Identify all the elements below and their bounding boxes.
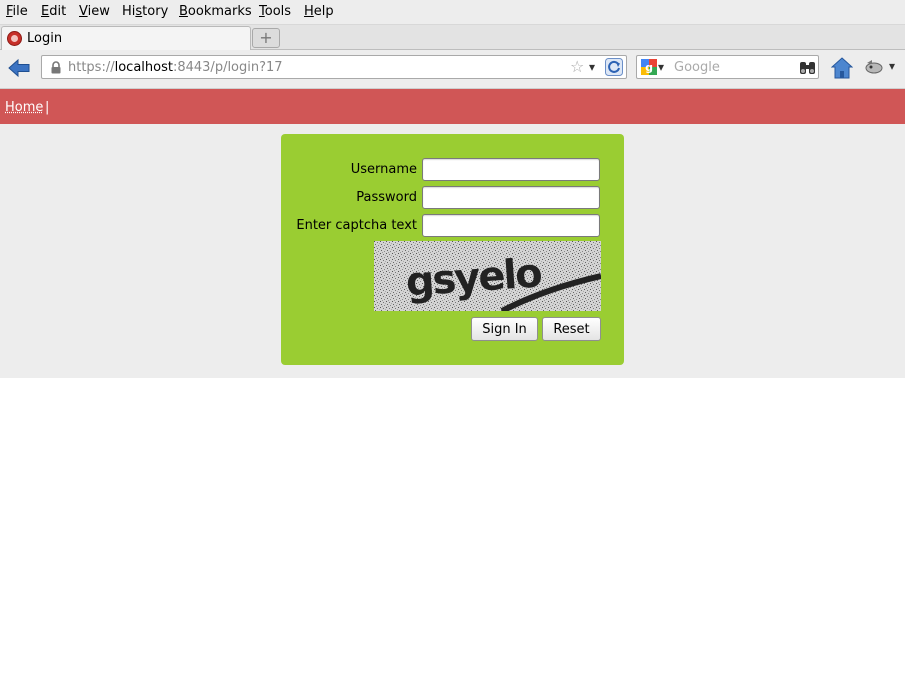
reset-button[interactable]: Reset	[542, 317, 601, 341]
menu-edit-accel: E	[41, 4, 50, 19]
menu-edit[interactable]: Edit	[41, 5, 66, 19]
url-path: :8443/p/login?17	[172, 60, 283, 75]
url-text: https://localhost:8443/p/login?17	[68, 60, 283, 75]
menu-view-accel: V	[79, 4, 88, 19]
search-placeholder: Google	[674, 60, 720, 75]
menu-view[interactable]: View	[79, 5, 110, 19]
new-tab-button[interactable]: +	[252, 28, 280, 48]
menu-file[interactable]: File	[6, 5, 28, 19]
search-bar[interactable]: g ▾ Google	[636, 55, 819, 79]
password-label: Password	[356, 190, 417, 205]
site-favicon-icon	[7, 31, 22, 46]
menu-history[interactable]: History	[122, 5, 168, 19]
password-field[interactable]	[422, 186, 600, 209]
tab-title: Login	[27, 31, 63, 46]
menu-file-rest: ile	[12, 4, 28, 19]
navigation-toolbar: https://localhost:8443/p/login?17 ☆ ▾ g …	[0, 50, 905, 89]
menu-view-rest: iew	[87, 4, 110, 19]
username-label: Username	[350, 162, 417, 177]
addon-icon[interactable]	[864, 59, 884, 75]
binoculars-icon[interactable]	[799, 60, 816, 75]
menu-tools[interactable]: Tools	[259, 5, 291, 19]
menu-bookmarks-rest: ookmarks	[187, 4, 252, 19]
svg-text:g: g	[645, 61, 653, 74]
menu-help-accel: H	[304, 4, 314, 19]
reload-icon[interactable]	[605, 58, 623, 76]
captcha-field[interactable]	[422, 214, 600, 237]
tab-login[interactable]: Login	[1, 26, 251, 50]
menu-bookmarks-accel: B	[179, 4, 188, 19]
captcha-label: Enter captcha text	[296, 218, 417, 233]
menu-edit-rest: dit	[49, 4, 67, 19]
url-bar[interactable]: https://localhost:8443/p/login?17 ☆ ▾	[41, 55, 627, 79]
captcha-text: gsyelo	[404, 250, 542, 305]
login-panel: Username Password Enter captcha text gsy…	[281, 134, 624, 365]
menu-history-rest: tory	[142, 4, 169, 19]
page-content: Home | Username Password Enter captcha t…	[0, 89, 905, 378]
menu-help[interactable]: Help	[304, 5, 334, 19]
captcha-graphic: gsyelo	[374, 241, 602, 314]
empty-page-area	[0, 378, 905, 686]
addon-dropdown-icon[interactable]: ▾	[889, 59, 895, 73]
home-link[interactable]: Home	[5, 100, 43, 115]
lock-icon	[51, 61, 61, 74]
sign-in-button[interactable]: Sign In	[471, 317, 538, 341]
site-nav-bar: Home |	[0, 89, 905, 124]
url-history-dropdown-icon[interactable]: ▾	[589, 58, 595, 76]
menu-help-rest: elp	[313, 4, 334, 19]
url-host: localhost	[114, 60, 173, 75]
menu-bookmarks[interactable]: Bookmarks	[179, 5, 252, 19]
tab-strip: Login +	[0, 25, 905, 50]
menu-bar: File Edit View History Bookmarks Tools H…	[0, 0, 905, 25]
home-icon[interactable]	[831, 57, 853, 79]
nav-separator: |	[45, 100, 50, 115]
menu-history-pre: Hi	[122, 4, 136, 19]
captcha-image: gsyelo	[374, 241, 602, 314]
bookmark-star-icon[interactable]: ☆	[570, 58, 584, 76]
url-scheme: https://	[68, 60, 115, 75]
username-field[interactable]	[422, 158, 600, 181]
back-arrow-icon[interactable]	[8, 58, 30, 78]
menu-tools-rest: ools	[264, 4, 292, 19]
search-engine-dropdown-icon[interactable]: ▾	[658, 58, 664, 76]
google-logo-icon[interactable]: g	[641, 59, 657, 75]
